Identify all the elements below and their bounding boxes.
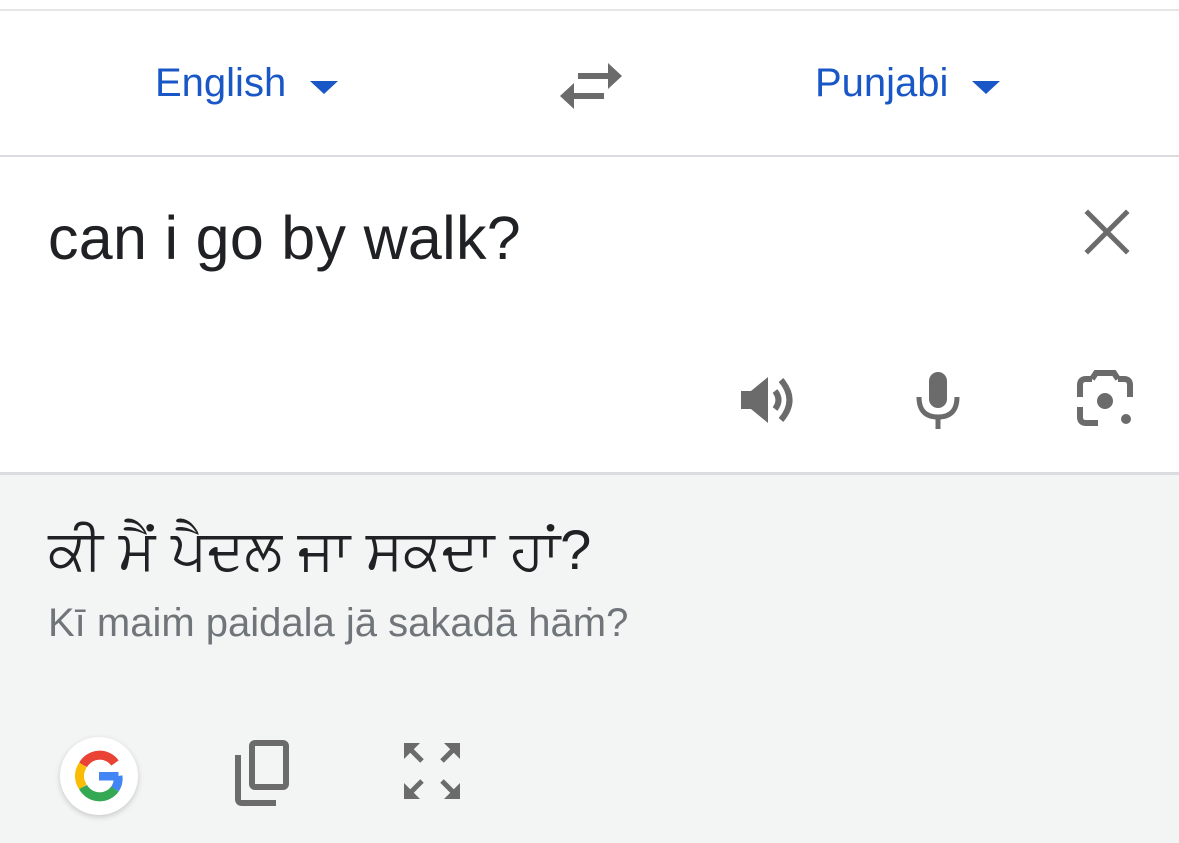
caret-down-icon	[972, 80, 1001, 94]
source-language-selector[interactable]: English	[155, 11, 339, 155]
source-text-input[interactable]: can i go by walk?	[48, 203, 521, 273]
voice-input-button[interactable]	[905, 367, 971, 433]
translation-result-panel: ਕੀ ਮੈਂ ਪੈਦਲ ਜਾ ਸਕਦਾ ਹਾਂ? Kī maiṁ paidala…	[0, 475, 1179, 843]
camera-lens-icon	[1077, 370, 1133, 426]
google-logo-icon	[75, 750, 123, 802]
copy-icon	[235, 740, 289, 806]
fullscreen-icon	[404, 743, 460, 799]
close-icon	[1084, 209, 1130, 255]
listen-button[interactable]	[738, 367, 804, 433]
fullscreen-button[interactable]	[400, 739, 464, 803]
source-language-label: English	[155, 60, 287, 105]
caret-down-icon	[310, 80, 339, 94]
copy-translation-button[interactable]	[230, 737, 296, 809]
target-language-selector[interactable]: Punjabi	[815, 11, 1001, 155]
translated-text: ਕੀ ਮੈਂ ਪੈਦਲ ਜਾ ਸਕਦਾ ਹਾਂ?	[48, 518, 592, 581]
target-language-label: Punjabi	[815, 60, 949, 105]
source-input-panel[interactable]: can i go by walk?	[0, 157, 1179, 472]
swap-arrows-icon	[560, 63, 622, 109]
language-bar: English Punjabi	[0, 11, 1179, 155]
transliteration-text: Kī maiṁ paidala jā sakadā hāṁ?	[48, 601, 629, 645]
translate-screen: English Punjabi can i go by walk? ਕੀ ਮੈਂ…	[0, 0, 1179, 843]
swap-languages-button[interactable]	[556, 61, 626, 111]
speaker-icon	[741, 377, 793, 423]
google-search-button[interactable]	[60, 737, 138, 815]
clear-input-button[interactable]	[1078, 203, 1136, 261]
microphone-icon	[916, 372, 960, 429]
camera-translate-button[interactable]	[1072, 367, 1138, 433]
